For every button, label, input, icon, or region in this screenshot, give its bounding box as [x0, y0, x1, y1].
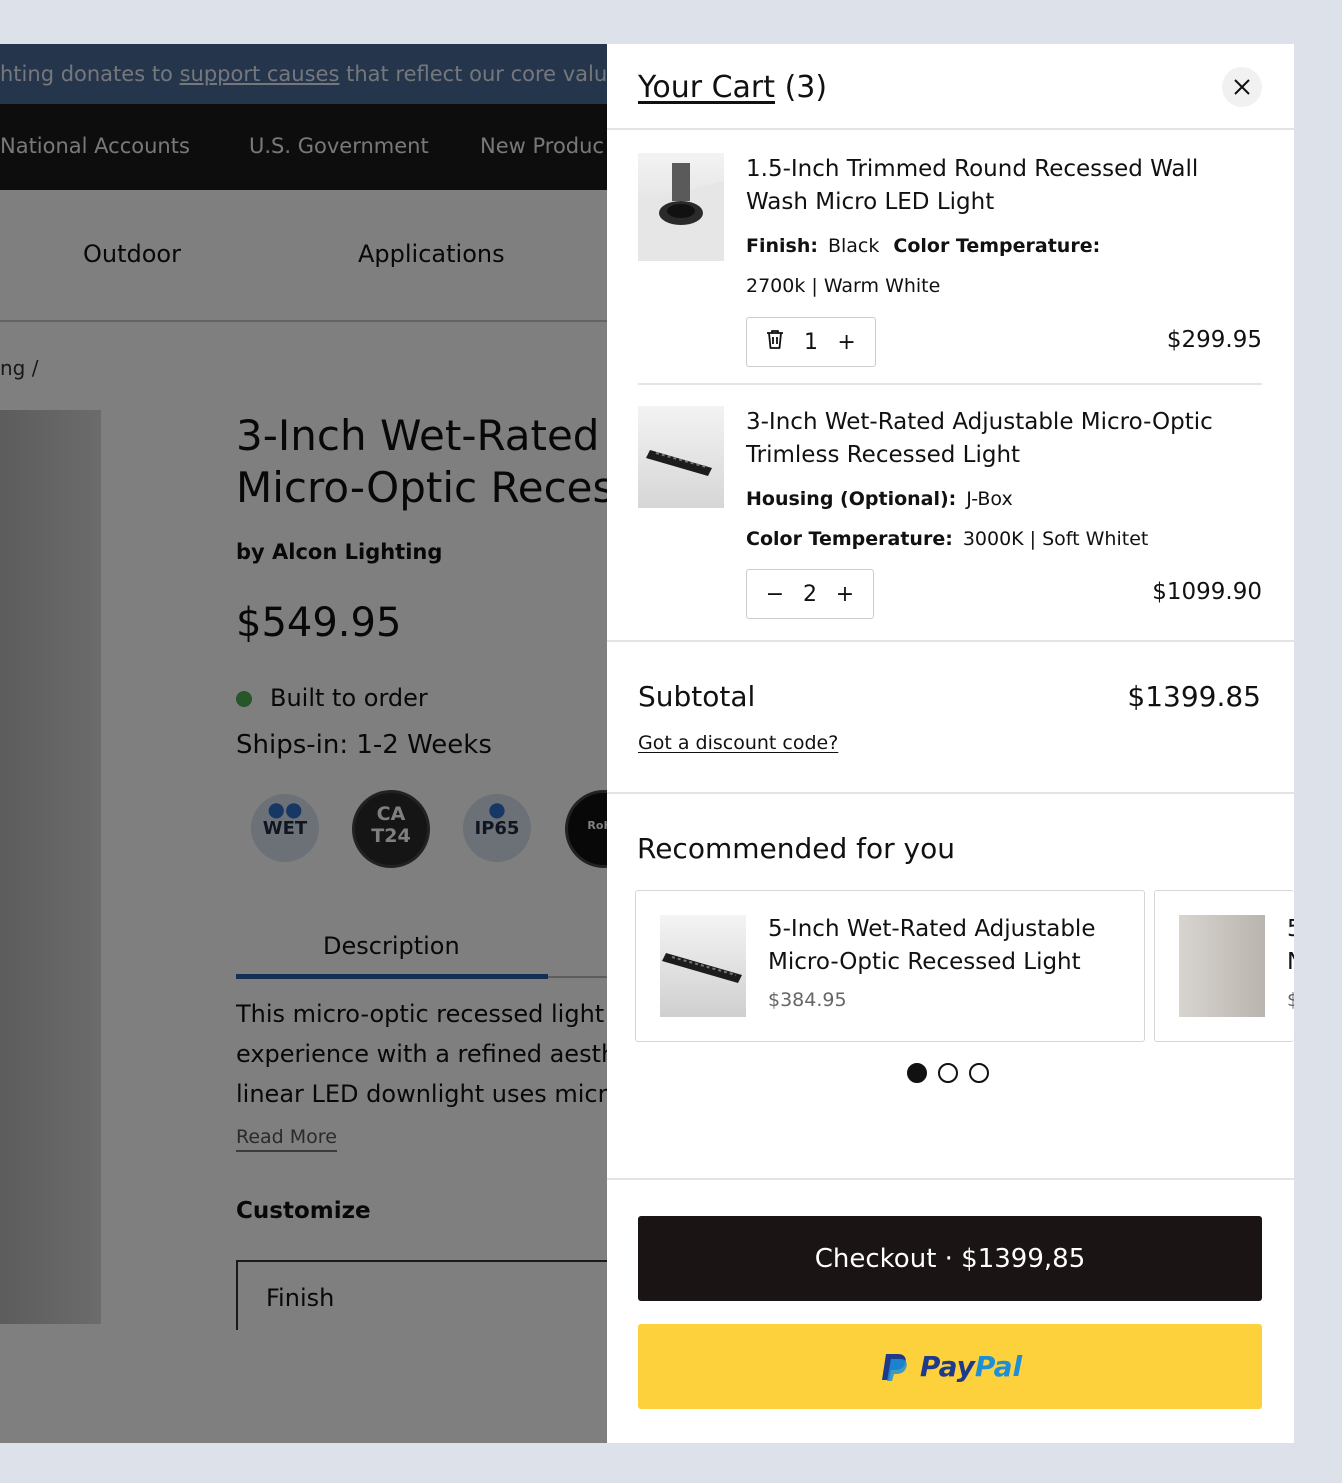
item-attribute: Color Temperature: 3000K | Soft Whitet: [746, 528, 1148, 550]
item-divider: [638, 383, 1262, 385]
item-attribute-value: 2700k | Warm White: [746, 275, 941, 297]
cart-item: 3-Inch Wet-Rated Adjustable Micro-Optic …: [638, 406, 1262, 646]
section-divider: [607, 1178, 1294, 1180]
recommended-name: 5-Inch Wet-Rated Adjustable Micro-Optic …: [768, 913, 1138, 979]
browser-frame: hting donates to support causes that ref…: [0, 44, 1294, 1443]
section-divider: [607, 640, 1294, 642]
attr-value: J-Box: [966, 488, 1013, 510]
item-price: $299.95: [1166, 327, 1262, 353]
recommended-price: $: [1287, 989, 1294, 1011]
recommended-name-line1: 5-Inch Wet-Rated Adjustable: [768, 916, 1096, 942]
item-thumbnail[interactable]: [638, 153, 724, 261]
attr-label: Housing (Optional):: [746, 488, 957, 510]
quantity-stepper: 1 +: [746, 317, 876, 367]
item-attribute: Finish: Black Color Temperature:: [746, 235, 1110, 257]
recessed-light-image: [662, 953, 742, 983]
carousel-dot-1[interactable]: [907, 1063, 927, 1083]
item-name[interactable]: 1.5-Inch Trimmed Round Recessed Wall Was…: [746, 153, 1246, 219]
attr-label: Color Temperature:: [746, 528, 953, 550]
cart-count: (3): [784, 70, 828, 105]
trash-icon: [767, 330, 784, 349]
carousel-pagination: [907, 1063, 989, 1083]
attr-value: Black: [827, 235, 880, 257]
trimless-light-image: [646, 450, 712, 476]
discount-code-link[interactable]: Got a discount code?: [638, 732, 838, 754]
recommended-name-line1: 5: [1287, 913, 1294, 946]
section-divider: [607, 792, 1294, 794]
paypal-button[interactable]: PayPal: [638, 1324, 1262, 1409]
paypal-pay-text: Pay: [919, 1350, 975, 1383]
recommended-thumbnail: [1179, 915, 1265, 1017]
decrease-quantity-button[interactable]: −: [763, 582, 787, 607]
close-icon: [1234, 79, 1250, 95]
paypal-pal-text: Pal: [974, 1350, 1023, 1383]
drawer-backdrop[interactable]: [0, 44, 607, 1443]
cart-title: Your Cart (3): [638, 70, 827, 105]
attr-label: Color Temperature:: [893, 235, 1101, 257]
recommended-name: 5 N: [1287, 913, 1294, 979]
wall-wash-light-image: [638, 163, 724, 261]
recommended-product-card[interactable]: 5 N $: [1154, 890, 1294, 1042]
cart-drawer: Your Cart (3) 1.5-Inch Trimmed Round Rec…: [607, 44, 1294, 1443]
quantity-value[interactable]: 2: [803, 582, 817, 607]
subtotal-label: Subtotal: [638, 680, 756, 713]
checkout-button[interactable]: Checkout · $1399,85: [638, 1216, 1262, 1301]
quantity-stepper: − 2 +: [746, 569, 874, 619]
carousel-dot-2[interactable]: [938, 1063, 958, 1083]
recommended-name-line2: N: [1287, 946, 1294, 979]
recommended-product-card[interactable]: 5-Inch Wet-Rated Adjustable Micro-Optic …: [635, 890, 1145, 1042]
paypal-logo-icon: [881, 1353, 907, 1381]
increase-quantity-button[interactable]: +: [835, 330, 859, 355]
cart-header: Your Cart (3): [607, 44, 1294, 130]
cart-title-link[interactable]: Your Cart: [638, 70, 775, 105]
recommended-price: $384.95: [768, 989, 847, 1011]
item-attribute: Housing (Optional): J-Box: [746, 488, 1013, 510]
paypal-wordmark: PayPal: [920, 1350, 1022, 1383]
quantity-value[interactable]: 1: [804, 330, 818, 355]
attr-label: Finish:: [746, 235, 818, 257]
increase-quantity-button[interactable]: +: [833, 582, 857, 607]
item-name[interactable]: 3-Inch Wet-Rated Adjustable Micro-Optic …: [746, 406, 1246, 472]
remove-item-button[interactable]: [763, 328, 787, 356]
item-thumbnail[interactable]: [638, 406, 724, 508]
attr-value: 3000K | Soft Whitet: [962, 528, 1149, 550]
recommended-title: Recommended for you: [637, 832, 955, 865]
close-cart-button[interactable]: [1222, 67, 1262, 107]
subtotal-value: $1399.85: [1127, 680, 1261, 713]
recommended-thumbnail: [660, 915, 746, 1017]
recommended-name-line2: Micro-Optic Recessed Light: [768, 949, 1081, 975]
carousel-dot-3[interactable]: [969, 1063, 989, 1083]
cart-item: 1.5-Inch Trimmed Round Recessed Wall Was…: [638, 153, 1262, 403]
item-price: $1099.90: [1152, 579, 1262, 605]
